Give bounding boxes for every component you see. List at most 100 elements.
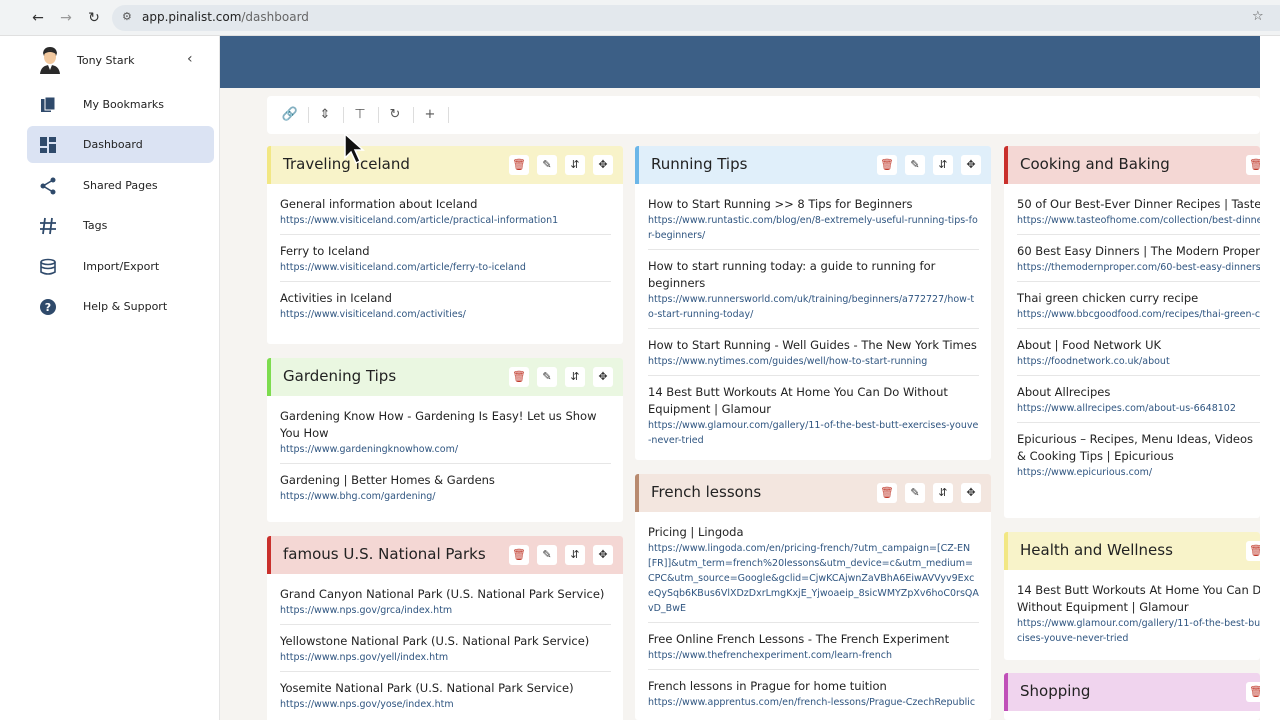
link-url[interactable]: https://www.visiticeland.com/activities/ (280, 307, 611, 322)
card-header[interactable]: Shopping 🗑 (1004, 673, 1260, 711)
bookmark-star-icon[interactable]: ☆ (1252, 9, 1264, 24)
sidebar-item-shared-pages[interactable]: Shared Pages (27, 167, 214, 204)
site-settings-icon[interactable]: ⚙ (122, 10, 132, 23)
delete-icon[interactable]: 🗑 (877, 155, 897, 175)
collapse-icon[interactable]: ⇵ (565, 545, 585, 565)
move-icon[interactable]: ✥ (961, 155, 981, 175)
collapse-icon[interactable]: ⇵ (565, 155, 585, 175)
edit-icon[interactable]: ✎ (905, 483, 925, 503)
card-header[interactable]: Health and Wellness 🗑 (1004, 532, 1260, 570)
list-item[interactable]: 14 Best Butt Workouts At Home You Can Do… (648, 376, 979, 454)
list-item[interactable]: About | Food Network UK https://foodnetwo… (1017, 329, 1260, 376)
sidebar-item-import-export[interactable]: Import/Export (27, 248, 214, 285)
edit-icon[interactable]: ✎ (537, 155, 557, 175)
edit-icon[interactable]: ✎ (537, 367, 557, 387)
link-url[interactable]: https://www.epicurious.com/ (1017, 465, 1260, 480)
delete-icon[interactable]: 🗑 (1246, 682, 1260, 702)
compress-icon[interactable]: ⇕ (316, 106, 334, 124)
list-item[interactable]: Epicurious – Recipes, Menu Ideas, Videos… (1017, 423, 1260, 486)
card-header[interactable]: Gardening Tips 🗑 ✎ ⇵ ✥ (267, 358, 623, 396)
link-url[interactable]: https://www.allrecipes.com/about-us-6648… (1017, 401, 1260, 416)
list-item[interactable]: Gardening Know How - Gardening Is Easy! … (280, 400, 611, 464)
move-icon[interactable]: ✥ (593, 545, 613, 565)
link-url[interactable]: https://www.glamour.com/gallery/11-of-th… (1017, 616, 1260, 646)
move-icon[interactable]: ✥ (593, 367, 613, 387)
reload-icon[interactable]: ↻ (84, 8, 104, 28)
card-header[interactable]: French lessons 🗑 ✎ ⇵ ✥ (635, 474, 991, 512)
refresh-icon[interactable]: ↻ (386, 106, 404, 124)
link-url[interactable]: https://www.runtastic.com/blog/en/8-extr… (648, 213, 979, 243)
link-url[interactable]: https://www.nytimes.com/guides/well/how-… (648, 354, 979, 369)
collapse-icon[interactable]: ⇵ (565, 367, 585, 387)
list-item[interactable]: General information about Iceland https:/… (280, 188, 611, 235)
link-url[interactable]: https://www.apprentus.com/en/french-less… (648, 695, 979, 710)
card-header[interactable]: Traveling Iceland 🗑 ✎ ⇵ ✥ (267, 146, 623, 184)
list-item[interactable]: 50 of Our Best-Ever Dinner Recipes | Tas… (1017, 188, 1260, 235)
card-header[interactable]: Cooking and Baking 🗑 (1004, 146, 1260, 184)
link-url[interactable]: https://www.bhg.com/gardening/ (280, 489, 611, 504)
list-item[interactable]: Yellowstone National Park (U.S. National… (280, 625, 611, 672)
link-url[interactable]: https://www.nps.gov/grca/index.htm (280, 603, 611, 618)
delete-icon[interactable]: 🗑 (877, 483, 897, 503)
list-item[interactable]: Yosemite National Park (U.S. National Pa… (280, 672, 611, 718)
sidebar-item-dashboard[interactable]: Dashboard (27, 126, 214, 163)
edit-icon[interactable]: ✎ (905, 155, 925, 175)
list-item[interactable]: French lessons in Prague for home tuitio… (648, 670, 979, 716)
link-url[interactable]: https://www.thefrenchexperiment.com/lear… (648, 648, 979, 663)
list-item[interactable]: Free Online French Lessons - The French … (648, 623, 979, 670)
delete-icon[interactable]: 🗑 (509, 367, 529, 387)
collapse-icon[interactable]: ⇵ (933, 155, 953, 175)
list-item[interactable]: How to Start Running >> 8 Tips for Begin… (648, 188, 979, 250)
card-header[interactable]: famous U.S. National Parks 🗑 ✎ ⇵ ✥ (267, 536, 623, 574)
user-profile[interactable]: Tony Stark ‹ (21, 46, 220, 76)
card-title: Cooking and Baking (1020, 155, 1170, 173)
list-item[interactable]: Activities in Iceland https://www.visitic… (280, 282, 611, 328)
card-title: French lessons (651, 483, 762, 501)
link-title: Gardening Know How - Gardening Is Easy! … (280, 409, 597, 440)
collapse-icon[interactable]: ⇵ (933, 483, 953, 503)
edit-icon[interactable]: ✎ (537, 545, 557, 565)
link-icon[interactable]: 🔗 (281, 106, 299, 124)
address-bar[interactable]: ⚙ app.pinalist.com/dashboard (112, 5, 1280, 31)
list-item[interactable]: Ferry to Iceland https://www.visiticeland… (280, 235, 611, 282)
link-url[interactable]: https://www.tasteofhome.com/collection/b… (1017, 213, 1260, 228)
move-icon[interactable]: ✥ (593, 155, 613, 175)
align-top-icon[interactable]: ⊤ (351, 106, 369, 124)
card-links: How to Start Running >> 8 Tips for Begin… (635, 184, 991, 454)
card-header[interactable]: Running Tips 🗑 ✎ ⇵ ✥ (635, 146, 991, 184)
link-url[interactable]: https://www.visiticeland.com/article/pra… (280, 213, 611, 228)
link-url[interactable]: https://themodernproper.com/60-best-easy… (1017, 260, 1260, 275)
link-url[interactable]: https://www.runnersworld.com/uk/training… (648, 292, 979, 322)
link-url[interactable]: https://www.nps.gov/yell/index.htm (280, 650, 611, 665)
list-item[interactable]: Pricing | Lingoda https://www.lingoda.com… (648, 516, 979, 623)
list-item[interactable]: Grand Canyon National Park (U.S. Nationa… (280, 578, 611, 625)
collapse-sidebar-icon[interactable]: ‹ (187, 51, 193, 67)
forward-arrow-icon[interactable]: → (56, 8, 76, 28)
link-title: 14 Best Butt Workouts At Home You Can Do… (648, 385, 948, 416)
delete-icon[interactable]: 🗑 (1246, 155, 1260, 175)
move-icon[interactable]: ✥ (961, 483, 981, 503)
list-item[interactable]: About Allrecipes https://www.allrecipes.c… (1017, 376, 1260, 423)
sidebar-item-my-bookmarks[interactable]: My Bookmarks (27, 86, 214, 123)
list-item[interactable]: Gardening | Better Homes & Gardens https:… (280, 464, 611, 510)
link-url[interactable]: https://www.visiticeland.com/article/fer… (280, 260, 611, 275)
link-url[interactable]: https://www.glamour.com/gallery/11-of-th… (648, 418, 979, 448)
list-item[interactable]: How to Start Running - Well Guides - The… (648, 329, 979, 376)
link-url[interactable]: https://www.lingoda.com/en/pricing-frenc… (648, 541, 979, 616)
link-url[interactable]: https://www.gardeningknowhow.com/ (280, 442, 611, 457)
list-item[interactable]: 14 Best Butt Workouts At Home You Can Do… (1017, 574, 1260, 652)
sidebar-item-help-support[interactable]: ? Help & Support (27, 288, 214, 325)
link-url[interactable]: https://foodnetwork.co.uk/about (1017, 354, 1260, 369)
list-item[interactable]: How to start running today: a guide to r… (648, 250, 979, 329)
back-arrow-icon[interactable]: ← (28, 8, 48, 28)
link-title: Epicurious – Recipes, Menu Ideas, Videos… (1017, 432, 1253, 463)
list-item[interactable]: 60 Best Easy Dinners | The Modern Proper… (1017, 235, 1260, 282)
delete-icon[interactable]: 🗑 (1246, 541, 1260, 561)
plus-icon[interactable]: + (421, 106, 439, 124)
link-url[interactable]: https://www.bbcgoodfood.com/recipes/thai… (1017, 307, 1260, 322)
list-item[interactable]: Thai green chicken curry recipe https://w… (1017, 282, 1260, 329)
delete-icon[interactable]: 🗑 (509, 155, 529, 175)
delete-icon[interactable]: 🗑 (509, 545, 529, 565)
link-url[interactable]: https://www.nps.gov/yose/index.htm (280, 697, 611, 712)
sidebar-item-tags[interactable]: Tags (27, 207, 214, 244)
